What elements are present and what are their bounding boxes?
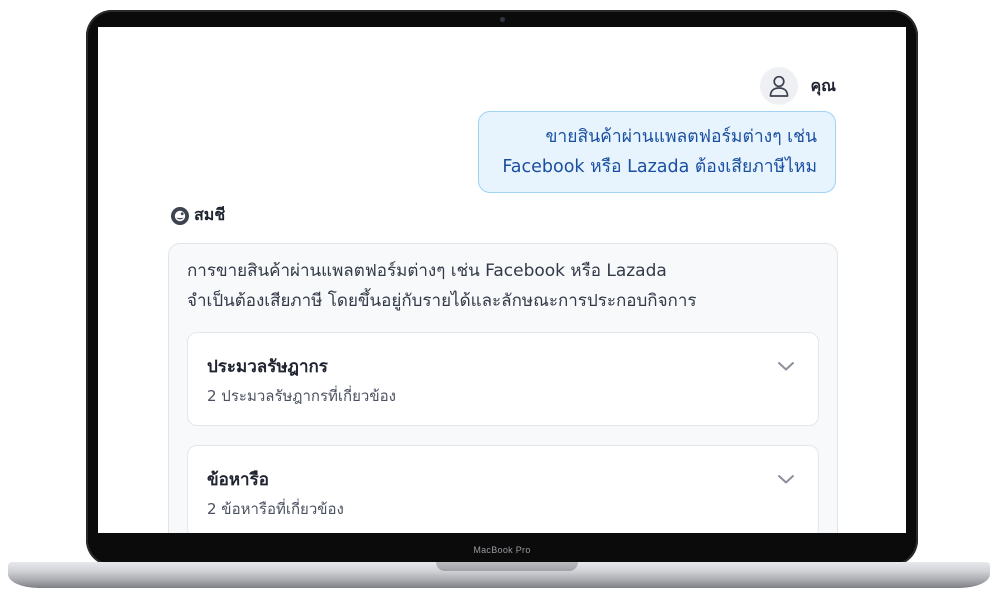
- camera-dot: [500, 17, 505, 22]
- chat-screen: คุณ ขายสินค้าผ่านแพลตฟอร์มต่างๆ เช่น Fac…: [98, 27, 906, 533]
- assistant-answer-text: การขายสินค้าผ่านแพลตฟอร์มต่างๆ เช่น Face…: [187, 256, 807, 316]
- laptop-notch: [436, 562, 578, 571]
- user-message-line: Facebook หรือ Lazada ต้องเสียภาษีไหม: [502, 157, 817, 177]
- laptop-base: [8, 562, 990, 588]
- accordion-revenue-code[interactable]: ประมวลรัษฎากร 2 ประมวลรัษฎากรที่เกี่ยวข้…: [187, 332, 819, 426]
- chevron-down-icon[interactable]: [776, 359, 796, 373]
- user-name: คุณ: [810, 75, 836, 95]
- user-avatar: [760, 67, 799, 105]
- user-icon: [770, 75, 789, 97]
- user-message-bubble: ขายสินค้าผ่านแพลตฟอร์มต่างๆ เช่น Faceboo…: [478, 111, 836, 193]
- assistant-logo-icon: [171, 206, 189, 225]
- laptop-bezel: คุณ ขายสินค้าผ่านแพลตฟอร์มต่างๆ เช่น Fac…: [86, 10, 918, 566]
- assistant-name: สมชี: [194, 205, 226, 224]
- user-message-line: ขายสินค้าผ่านแพลตฟอร์มต่างๆ เช่น: [545, 127, 817, 147]
- assistant-answer-card: การขายสินค้าผ่านแพลตฟอร์มต่างๆ เช่น Face…: [168, 243, 838, 533]
- answer-line: การขายสินค้าผ่านแพลตฟอร์มต่างๆ เช่น Face…: [187, 261, 667, 281]
- accordion-subtitle: 2 ประมวลรัษฎากรที่เกี่ยวข้อง: [207, 387, 396, 405]
- accordion-subtitle: 2 ข้อหารือที่เกี่ยวข้อง: [207, 500, 344, 518]
- model-label: MacBook Pro: [473, 545, 531, 555]
- accordion-title: ประมวลรัษฎากร: [207, 357, 328, 377]
- user-header: คุณ: [760, 67, 836, 105]
- assistant-header: สมชี: [170, 203, 225, 228]
- accordion-rulings[interactable]: ข้อหารือ 2 ข้อหารือที่เกี่ยวข้อง: [187, 445, 819, 533]
- answer-line: จำเป็นต้องเสียภาษี โดยขึ้นอยู่กับรายได้แ…: [187, 291, 697, 311]
- accordion-title: ข้อหารือ: [207, 470, 269, 490]
- chevron-down-icon[interactable]: [776, 472, 796, 486]
